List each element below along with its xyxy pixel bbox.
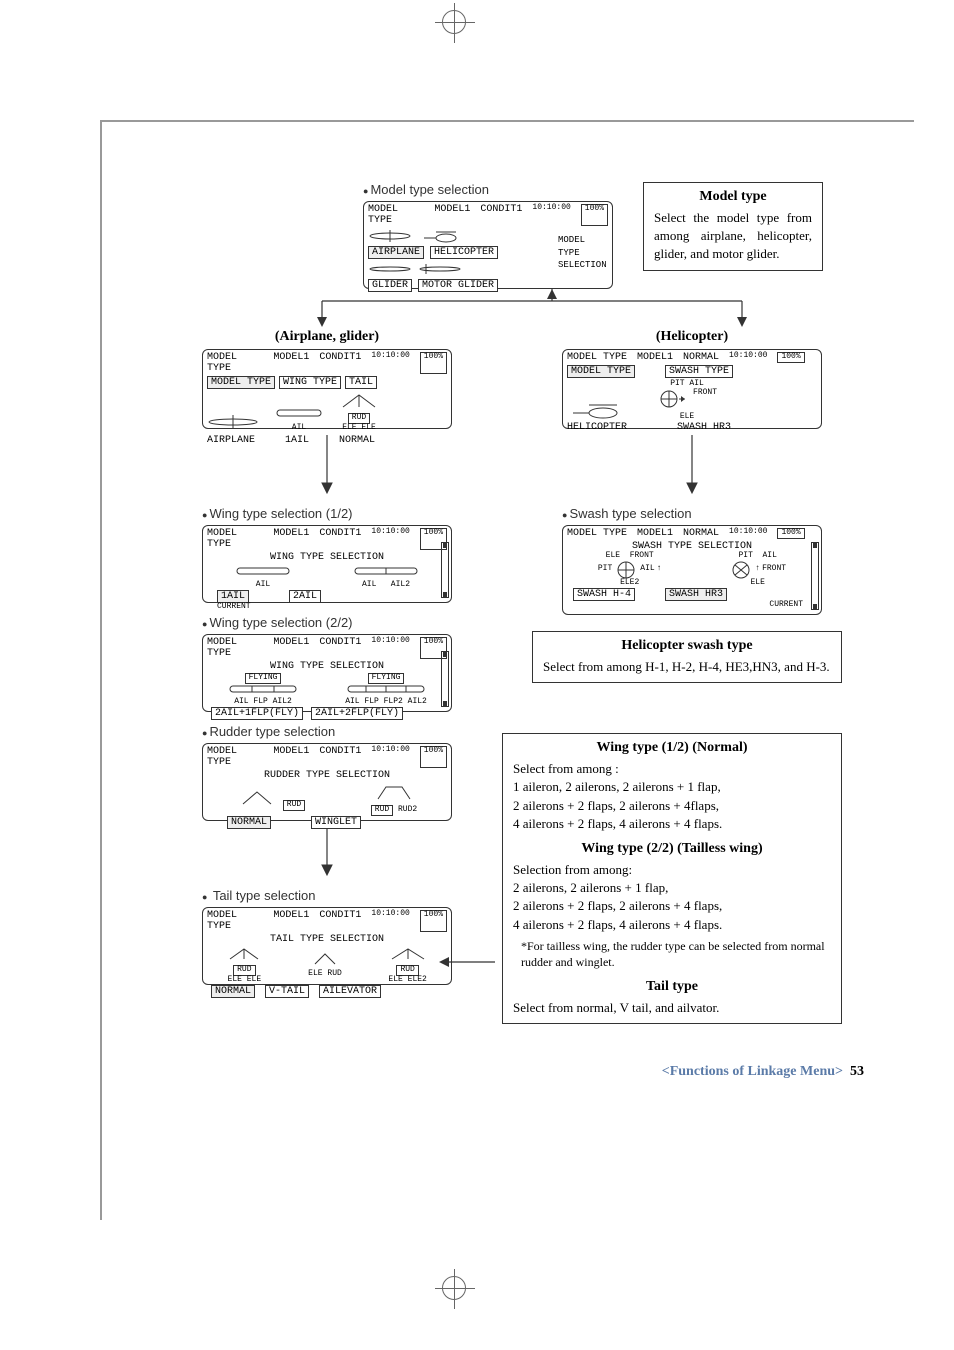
info-title: Helicopter swash type (543, 638, 831, 654)
rudder-type-screen: MODEL TYPE MODEL1 CONDIT1 10:10:00 100% … (202, 743, 452, 821)
flow-arrows-icon (182, 289, 882, 329)
registration-mark-icon (442, 10, 466, 34)
helicopter-button[interactable]: HELICOPTER (430, 246, 498, 259)
model-type-info: Model type Select the model type from am… (643, 182, 823, 271)
tail-type-screen: MODEL TYPE MODEL1 CONDIT1 10:10:00 100% … (202, 907, 452, 985)
tail-ailevator-button[interactable]: AILEVATOR (319, 985, 381, 998)
rudder-normal-icon (237, 786, 277, 806)
helicopter-icon (567, 400, 627, 422)
swash-hr3-button[interactable]: SWASH HR3 (665, 588, 727, 601)
motor-glider-icon (418, 261, 462, 277)
label: MODEL (558, 234, 608, 247)
info-body: Select from among H-1, H-2, H-4, HE3,HN3… (543, 658, 831, 676)
label: SELECTION (558, 259, 608, 272)
value: HELICOPTER (567, 422, 627, 433)
info-title: Wing type (1/2) (Normal) (513, 740, 831, 756)
swash-type-heading: Swash type selection (562, 506, 822, 521)
airplane-icon (207, 411, 259, 433)
winglet-button[interactable]: WINGLET (311, 816, 361, 829)
arrow-down-icon (317, 827, 337, 877)
scrollbar-icon[interactable] (811, 542, 819, 610)
2ail1flp-button[interactable]: 2AIL+1FLP(FLY) (211, 707, 303, 720)
tail-type-heading: Tail type selection (202, 888, 452, 903)
tail-vtail-button[interactable]: V-TAIL (265, 985, 309, 998)
value: 1AIL (285, 435, 309, 446)
footer-section: <Functions of Linkage Menu> (662, 1064, 843, 1079)
glider-icon (368, 261, 412, 277)
helicopter-icon (418, 228, 462, 244)
swash-type-screen: MODEL TYPE MODEL1 NORMAL 10:10:00 100% S… (562, 525, 822, 615)
label: TYPE (558, 247, 608, 260)
tail-vtail-icon (305, 950, 345, 966)
tail-normal-button[interactable]: NORMAL (211, 985, 255, 998)
wing-fly-icon (228, 684, 298, 694)
tail-icon (339, 391, 379, 409)
swash-h4-icon (614, 561, 638, 579)
model-type-screen: MODEL TYPE MODEL1 CONDIT1 10:10:00 100% … (363, 201, 613, 289)
value: SWASH HR3 (677, 422, 731, 433)
wing-type-12-screen: MODEL TYPE MODEL1 CONDIT1 10:10:00 100% … (202, 525, 452, 603)
footer-page-number: 53 (850, 1064, 864, 1079)
screen-time: 10:10:00 (532, 204, 570, 226)
helicopter-heading: (Helicopter) (562, 329, 822, 345)
value: AIRPLANE (207, 435, 255, 446)
page-footer: <Functions of Linkage Menu> 53 (122, 1064, 894, 1080)
airplane-overview-screen: MODEL TYPE MODEL1 CONDIT1 10:10:00 100% … (202, 349, 452, 429)
wing-type-22-heading: Wing type selection (2/2) (202, 615, 452, 630)
info-title: Model type (654, 189, 812, 205)
wing-tail-info: Wing type (1/2) (Normal) Select from amo… (502, 733, 842, 1024)
wing-icon (273, 406, 325, 420)
info-title: Wing type (2/2) (Tailless wing) (513, 841, 831, 857)
scrollbar-icon[interactable] (441, 651, 449, 707)
value: NORMAL (339, 435, 375, 446)
subtitle: RUDDER TYPE SELECTION (207, 770, 447, 781)
wing-fly2-icon (346, 684, 426, 694)
wing-type-12-heading: Wing type selection (1/2) (202, 506, 452, 521)
wing-type-tab[interactable]: WING TYPE (279, 376, 341, 389)
model-type-tab[interactable]: MODEL TYPE (567, 365, 635, 378)
1ail-button[interactable]: 1AIL (217, 590, 249, 603)
wing-2ail-icon (351, 565, 421, 577)
model-type-tab[interactable]: MODEL TYPE (207, 376, 275, 389)
rudder-winglet-icon (372, 781, 416, 801)
scrollbar-icon[interactable] (441, 542, 449, 598)
heli-swash-info: Helicopter swash type Select from among … (532, 631, 842, 683)
swash-hr3-icon (729, 561, 753, 579)
screen-batt: 100% (581, 204, 608, 226)
registration-mark-icon (442, 1276, 466, 1300)
airplane-icon (368, 228, 412, 244)
rudder-type-heading: Rudder type selection (202, 724, 452, 739)
arrow-left-icon (437, 952, 497, 972)
airplane-button[interactable]: AIRPLANE (368, 246, 424, 259)
wing-1ail-icon (233, 565, 293, 577)
swash-h4-button[interactable]: SWASH H-4 (573, 588, 635, 601)
heli-overview-screen: MODEL TYPE MODEL1 NORMAL 10:10:00 100% M… (562, 349, 822, 429)
tail-ailevator-icon (386, 945, 430, 961)
subtitle: TAIL TYPE SELECTION (207, 934, 447, 945)
info-title: Tail type (513, 979, 831, 995)
swash-icon (657, 389, 687, 409)
tail-tab[interactable]: TAIL (345, 376, 377, 389)
wing-type-22-screen: MODEL TYPE MODEL1 CONDIT1 10:10:00 100% … (202, 634, 452, 712)
subtitle: SWASH TYPE SELECTION (567, 541, 817, 552)
normal-button[interactable]: NORMAL (227, 816, 271, 829)
arrow-down-icon (682, 435, 702, 495)
2ail2flp-button[interactable]: 2AIL+2FLP(FLY) (311, 707, 403, 720)
model-type-heading: Model type selection (363, 182, 613, 197)
screen-model: MODEL1 (434, 204, 470, 226)
airplane-glider-heading: (Airplane, glider) (202, 329, 452, 345)
page-content: Model type selection MODEL TYPE MODEL1 C… (100, 120, 914, 1220)
subtitle: WING TYPE SELECTION (207, 661, 447, 672)
swash-type-tab[interactable]: SWASH TYPE (665, 365, 733, 378)
screen-cond: CONDIT1 (480, 204, 522, 226)
info-body: Select the model type from among airplan… (654, 209, 812, 264)
subtitle: WING TYPE SELECTION (207, 552, 447, 563)
2ail-button[interactable]: 2AIL (289, 590, 321, 603)
tail-normal-icon (224, 945, 264, 961)
screen-title: MODEL TYPE (368, 204, 424, 226)
